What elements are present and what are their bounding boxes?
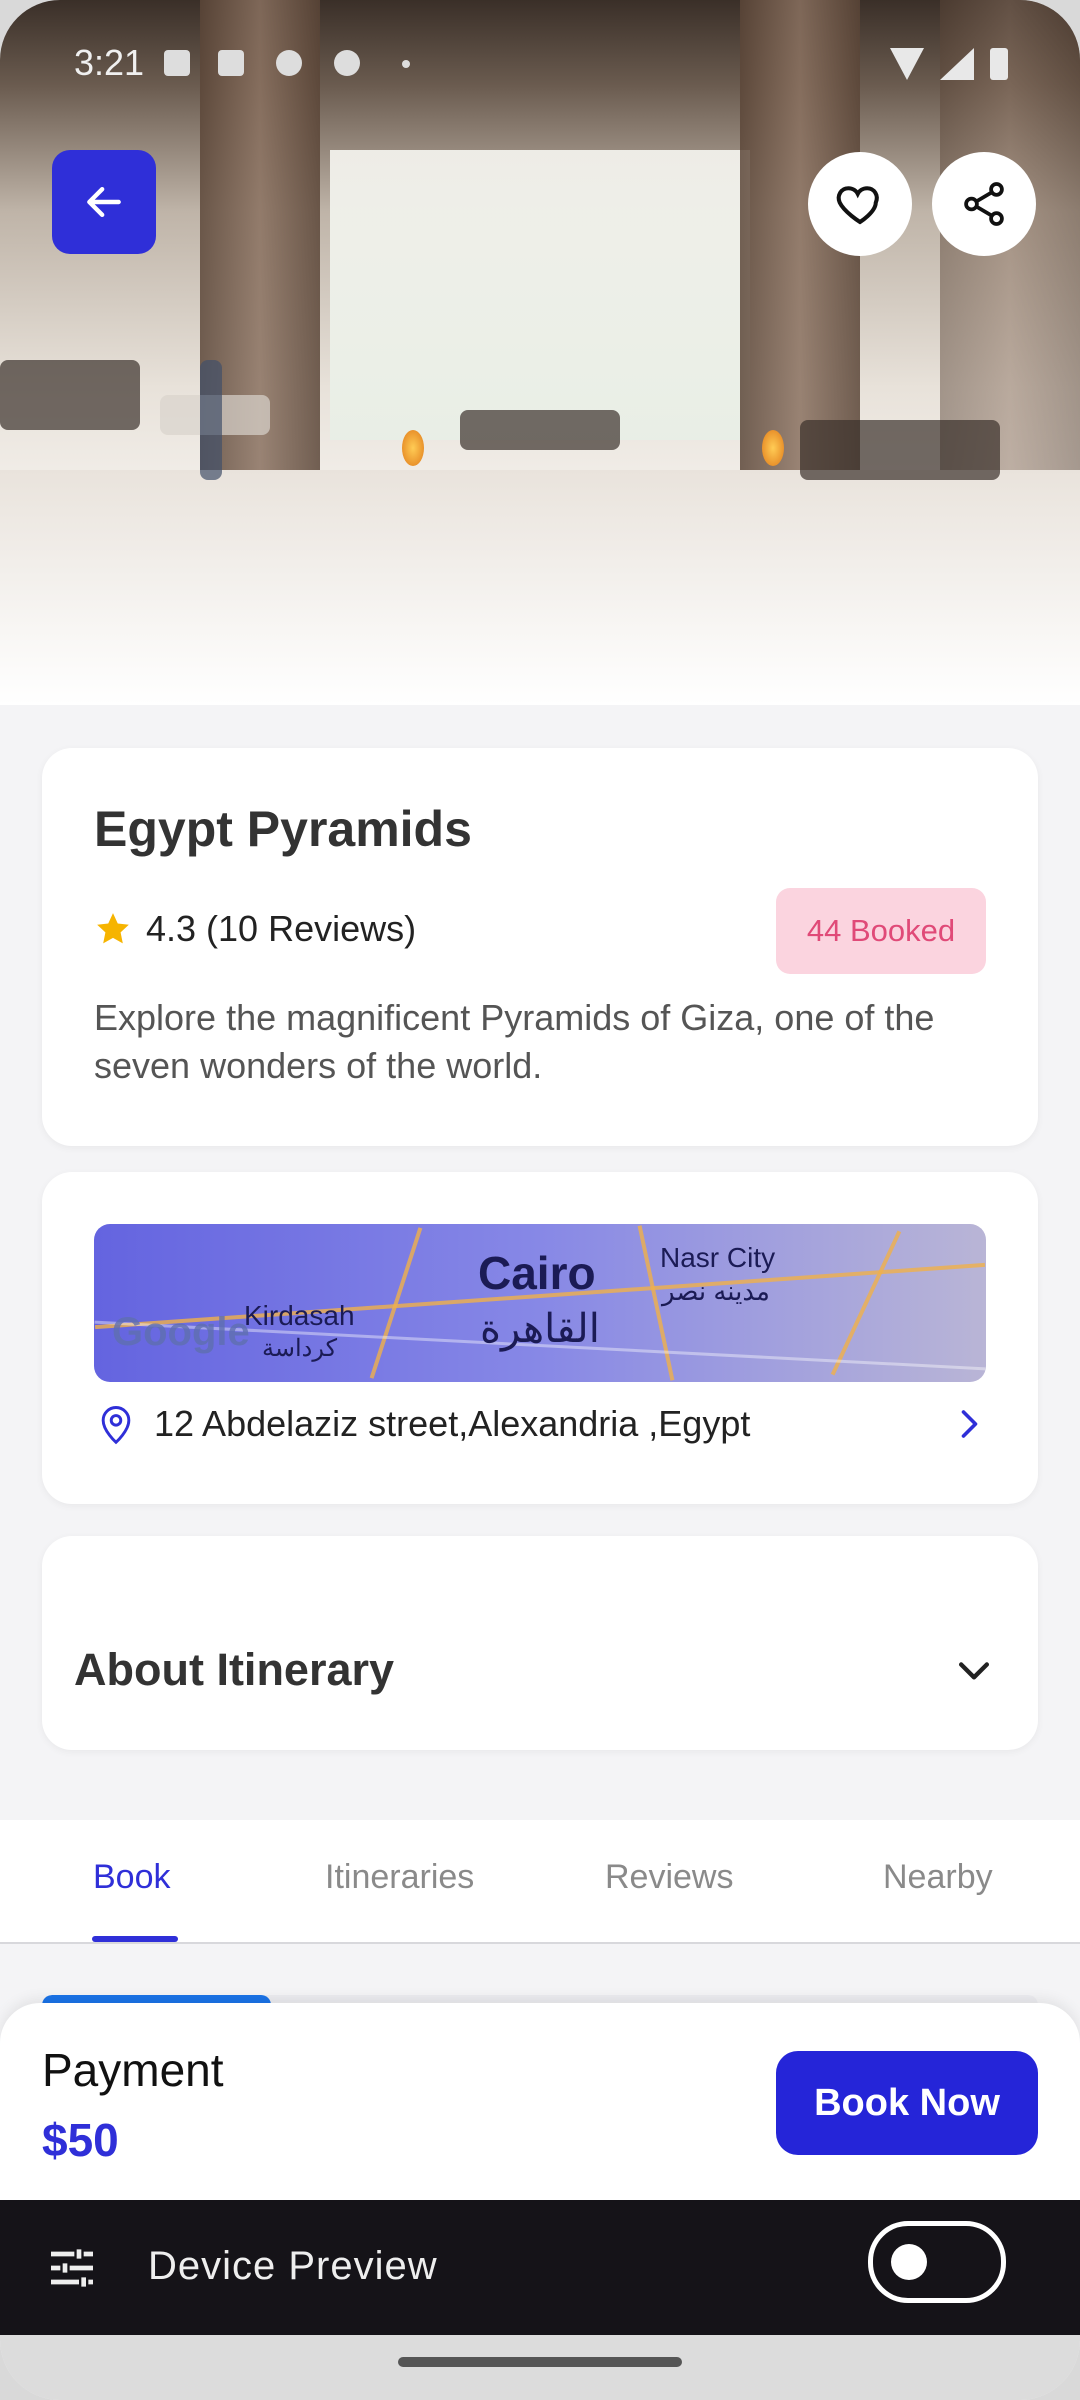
- location-card: Cairo القاهرة Nasr City مدينه نصر Kirdas…: [42, 1172, 1038, 1504]
- booked-badge: 44 Booked: [776, 888, 986, 974]
- favorite-button[interactable]: [808, 152, 912, 256]
- back-button[interactable]: [52, 150, 156, 254]
- active-tab-indicator: [92, 1936, 178, 1942]
- map-label: Cairo: [478, 1247, 596, 1299]
- map-preview[interactable]: Cairo القاهرة Nasr City مدينه نصر Kirdas…: [94, 1224, 986, 1382]
- about-itinerary-title: About Itinerary: [74, 1644, 395, 1695]
- about-itinerary-accordion[interactable]: About Itinerary: [42, 1536, 1038, 1750]
- map-label: مدينه نصر: [662, 1276, 770, 1306]
- tab-reviews[interactable]: Reviews: [605, 1858, 733, 1897]
- google-logo: Google: [112, 1310, 250, 1354]
- notification-icon: [164, 50, 190, 76]
- home-gesture-handle[interactable]: [398, 2357, 682, 2367]
- system-nav-bar: [0, 2335, 1080, 2400]
- device-preview-bar: Device Preview: [0, 2200, 1080, 2335]
- star-icon: [97, 913, 129, 944]
- soccer-icon: [334, 50, 360, 76]
- chevron-right-icon: [961, 1410, 978, 1438]
- book-now-button[interactable]: Book Now: [776, 2051, 1038, 2155]
- map-label: كرداسة: [262, 1335, 337, 1362]
- tab-itineraries[interactable]: Itineraries: [325, 1858, 474, 1897]
- payment-label: Payment: [42, 2044, 224, 2096]
- location-pin-icon: [101, 1406, 131, 1445]
- place-title: Egypt Pyramids: [94, 801, 472, 857]
- map-label: Kirdasah: [244, 1300, 355, 1331]
- sliders-icon[interactable]: [44, 2240, 100, 2296]
- rating-row: 4.3 (10 Reviews): [94, 908, 416, 950]
- share-icon: [964, 182, 1004, 226]
- place-info-card: Egypt Pyramids 4.3 (10 Reviews) 44 Booke…: [42, 748, 1038, 1146]
- status-bar: 3:21: [0, 0, 1080, 130]
- heart-icon: [836, 186, 879, 225]
- status-time: 3:21: [74, 42, 145, 83]
- arrow-left-icon: [87, 186, 121, 218]
- detail-tabs: Book Itineraries Reviews Nearby: [0, 1820, 1080, 1944]
- payment-price: $50: [42, 2114, 119, 2166]
- wifi-icon: [890, 48, 924, 80]
- app-screen: 3:21 Egypt Pyramids 4.3 (10 Reviews) 44 …: [0, 0, 1080, 2400]
- dot-icon: [402, 60, 410, 68]
- address-text: 12 Abdelaziz street,Alexandria ,Egypt: [154, 1403, 751, 1444]
- tab-nearby[interactable]: Nearby: [883, 1858, 993, 1897]
- device-preview-toggle[interactable]: [868, 2221, 1006, 2303]
- review-count[interactable]: (10 Reviews): [206, 908, 416, 950]
- signal-icon: [940, 48, 974, 80]
- battery-icon: [990, 48, 1008, 80]
- calendar-icon: [218, 50, 244, 76]
- map-label: Nasr City: [660, 1242, 776, 1273]
- share-button[interactable]: [932, 152, 1036, 256]
- tab-book[interactable]: Book: [93, 1858, 171, 1897]
- map-label: القاهرة: [480, 1307, 600, 1351]
- payment-bar: Payment $50 Book Now: [0, 2003, 1080, 2200]
- toggle-knob: [891, 2244, 927, 2280]
- place-description: Explore the magnificent Pyramids of Giza…: [94, 997, 935, 1086]
- device-preview-label: Device Preview: [148, 2244, 438, 2288]
- chevron-down-icon[interactable]: [952, 1648, 996, 1692]
- soccer-icon: [276, 50, 302, 76]
- address-row[interactable]: 12 Abdelaziz street,Alexandria ,Egypt: [94, 1402, 986, 1446]
- rating-value: 4.3: [146, 908, 197, 949]
